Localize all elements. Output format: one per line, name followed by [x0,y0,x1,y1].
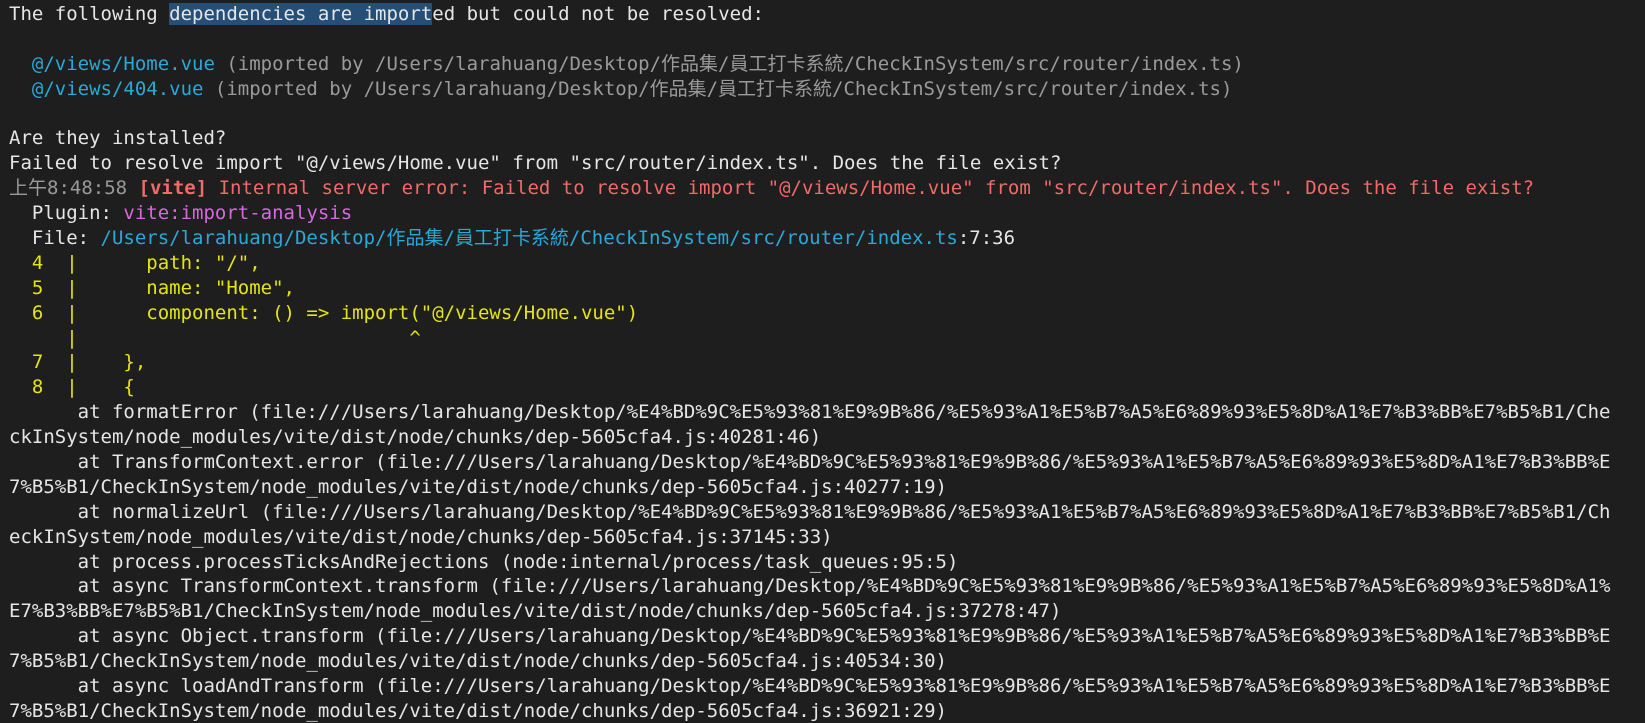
file-path-link[interactable]: /Users/larahuang/Desktop/作品集/員工打卡系統/Chec… [101,227,958,249]
code-frame-line: 7 | }, [9,351,147,374]
stack-trace-line: ckInSystem/node_modules/vite/dist/node/c… [9,426,822,449]
stack-trace-line: E7%B3%BB%E7%B5%B1/CheckInSystem/node_mod… [9,600,1062,623]
stack-trace-line: eckInSystem/node_modules/vite/dist/node/… [9,525,833,548]
stack-trace-line: at process.processTicksAndRejections (no… [9,550,959,573]
selected-text[interactable]: dependencies are import [169,3,433,25]
installed-question: Are they installed? [9,127,227,150]
file-line: File: /Users/larahuang/Desktop/作品集/員工打卡系… [9,226,1645,251]
header-text-start: The following [9,3,170,25]
stack-trace-line: at async Object.transform (file:///Users… [9,625,1611,648]
importer-path: (imported by /Users/larahuang/Desktop/作品… [214,52,1244,75]
module-path: @/views/404.vue [9,77,204,100]
stack-trace-line: at async TransformContext.transform (fil… [9,575,1611,598]
stack-trace-line: 7%B5%B1/CheckInSystem/node_modules/vite/… [9,650,947,673]
code-frame-caret-line: | ^ [9,326,421,349]
stack-trace-line: 7%B5%B1/CheckInSystem/node_modules/vite/… [9,699,947,722]
code-frame-line: 4 | path: "/", [9,251,261,274]
stack-trace-line: 7%B5%B1/CheckInSystem/node_modules/vite/… [9,475,947,498]
module-path: @/views/Home.vue [9,52,215,75]
header-text-end: ed but could not be resolved: [432,3,764,25]
code-frame-line: 6 | component: () => import("@/views/Hom… [9,301,639,324]
code-frame-line: 8 | { [9,376,135,399]
plugin-label: Plugin: [9,202,124,225]
code-frame-line: 5 | name: "Home", [9,276,295,299]
failed-resolve-line: Failed to resolve import "@/views/Home.v… [9,152,1062,175]
vite-tag: [vite] [127,177,208,200]
plugin-name: vite:import-analysis [123,202,353,225]
stack-trace-line: at TransformContext.error (file:///Users… [9,451,1611,474]
stack-trace-line: at formatError (file:///Users/larahuang/… [9,401,1611,424]
unresolved-item: @/views/404.vue (imported by /Users/lara… [9,77,1645,102]
terminal-output[interactable]: The following dependencies are imported … [0,0,1645,723]
error-line: 上午8:48:58 [vite] Internal server error: … [9,176,1645,201]
unresolved-header-line: The following dependencies are imported … [9,2,1645,27]
stack-trace-line: at async loadAndTransform (file:///Users… [9,675,1611,698]
error-message: Internal server error: Failed to resolve… [207,177,1535,200]
timestamp: 上午8:48:58 [9,177,128,200]
unresolved-item: @/views/Home.vue (imported by /Users/lar… [9,52,1645,77]
importer-path: (imported by /Users/larahuang/Desktop/作品… [203,77,1233,100]
plugin-line: Plugin: vite:import-analysis [9,201,1645,226]
file-label: File: [9,227,101,250]
file-position: :7:36 [957,227,1016,250]
stack-trace-line: at normalizeUrl (file:///Users/larahuang… [9,500,1611,523]
